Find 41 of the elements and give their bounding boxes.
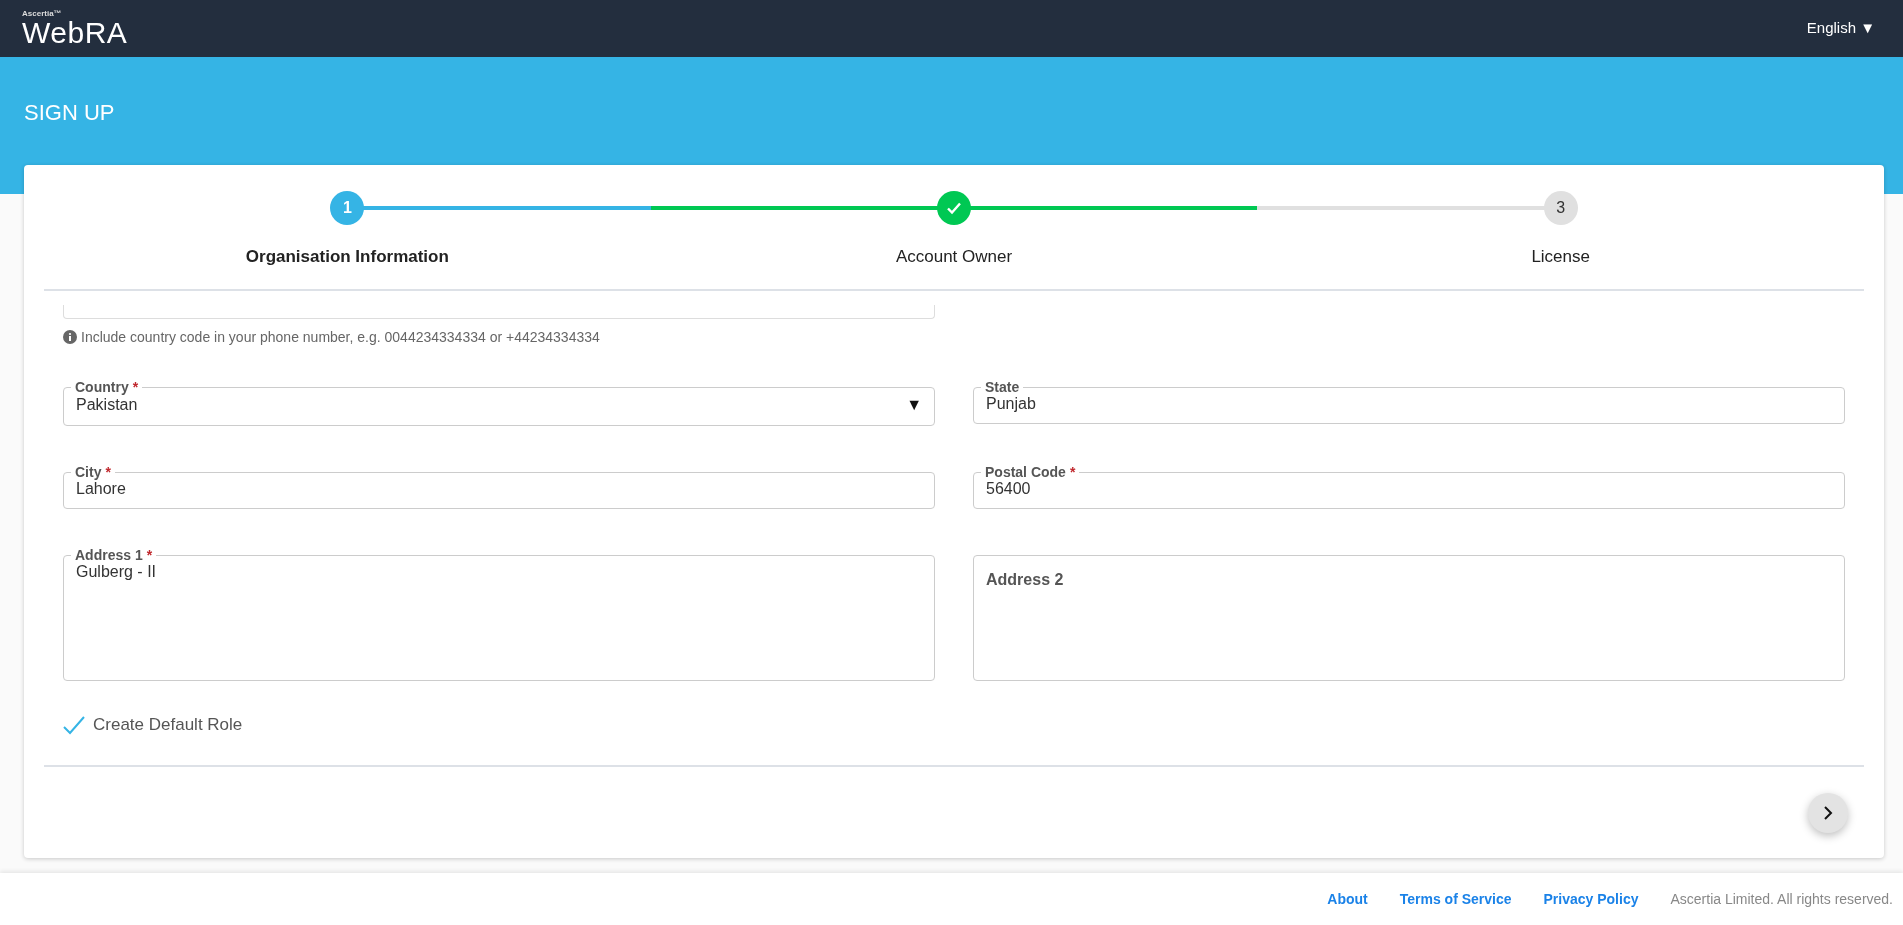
field-label: Address 1 bbox=[75, 547, 143, 563]
input-field[interactable]: Postal Code * 56400 bbox=[973, 464, 1845, 509]
logo-tagline: Ascertia™ bbox=[22, 9, 63, 18]
field-label: State bbox=[985, 379, 1020, 395]
field-value: Pakistan bbox=[76, 395, 139, 415]
footer-link[interactable]: Terms of Service bbox=[1391, 888, 1520, 910]
page-title: SIGN UP bbox=[24, 100, 116, 127]
input-field[interactable] bbox=[63, 305, 935, 319]
field-value: 56400 bbox=[986, 479, 1032, 499]
required-mark: * bbox=[132, 379, 139, 395]
field-label: Postal Code bbox=[985, 464, 1066, 480]
helper-text: Include country code in your phone number, e.g. 0044234334334 or +44234334334 bbox=[81, 328, 600, 347]
copyright-text: Ascertia Limited. All rights reserved. bbox=[1670, 889, 1893, 909]
step-circle: 3 bbox=[1543, 191, 1578, 225]
input-field[interactable]: Address 2 bbox=[973, 555, 1845, 681]
input-field[interactable]: State Punjab bbox=[973, 379, 1845, 424]
required-mark: * bbox=[1069, 464, 1076, 480]
language-dropdown[interactable]: English ▼ bbox=[1800, 16, 1881, 41]
logo: WebRA bbox=[22, 17, 128, 48]
footer-link[interactable]: Privacy Policy bbox=[1535, 888, 1647, 910]
caret-icon: ▼ bbox=[906, 393, 922, 417]
checkbox[interactable] bbox=[63, 714, 85, 735]
field-label: City bbox=[75, 464, 102, 480]
field-placeholder: Address 2 bbox=[986, 570, 1065, 590]
info-icon bbox=[63, 330, 77, 344]
step-label[interactable]: Account Owner bbox=[895, 245, 1013, 269]
field-value: Lahore bbox=[76, 480, 127, 499]
checkbox-label: Create Default Role bbox=[93, 714, 243, 736]
step-label[interactable]: License bbox=[1531, 245, 1590, 269]
footer-link[interactable]: About bbox=[1319, 888, 1376, 910]
required-mark: * bbox=[105, 464, 111, 480]
required-mark: * bbox=[146, 547, 153, 563]
next-button[interactable] bbox=[1808, 792, 1848, 833]
field-value: Punjab bbox=[986, 394, 1037, 414]
field-value: Gulberg - II bbox=[76, 562, 158, 582]
step-label[interactable]: Organisation Information bbox=[245, 245, 449, 269]
step-circle: 1 bbox=[330, 191, 365, 225]
input-field[interactable]: City * Lahore bbox=[63, 464, 935, 509]
select-field[interactable]: Country * Pakistan ▼ bbox=[63, 379, 935, 426]
field-label: Country bbox=[75, 379, 129, 395]
input-field[interactable]: Address 1 * Gulberg - II bbox=[63, 547, 935, 681]
